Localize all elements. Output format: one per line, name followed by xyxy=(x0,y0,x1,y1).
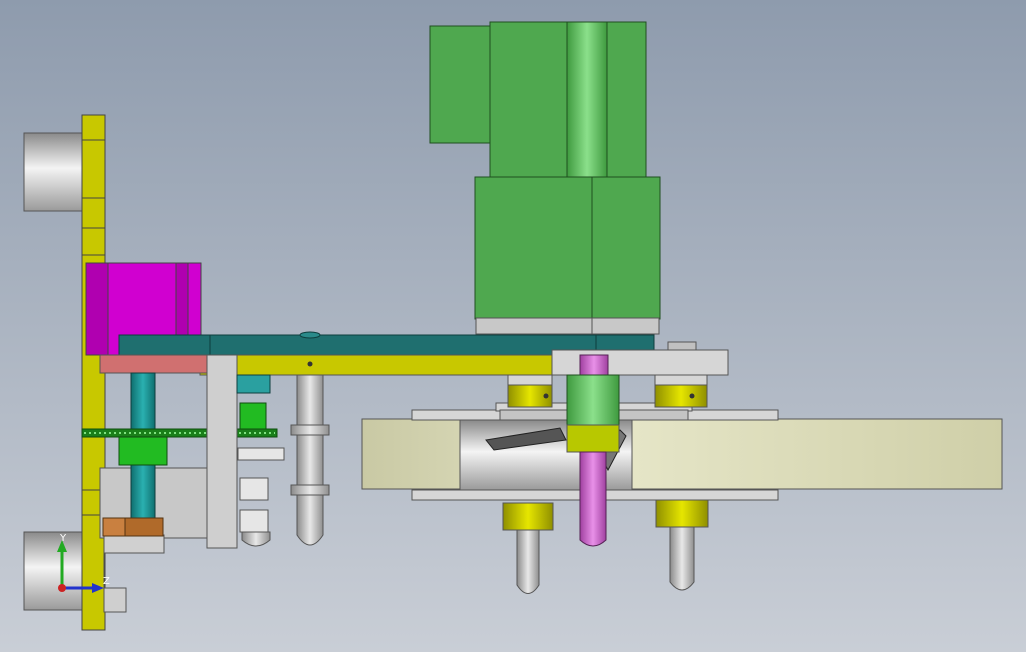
cad-viewport[interactable]: Y Z xyxy=(0,0,1026,652)
z-axis-label: Z xyxy=(103,576,110,587)
probe-pin-left[interactable] xyxy=(290,374,330,546)
timing-belt[interactable] xyxy=(81,428,278,438)
rotary-disc[interactable] xyxy=(361,418,1003,490)
cad-model-view[interactable]: Y Z xyxy=(0,0,1026,652)
left-mount-cylinder-top[interactable] xyxy=(23,132,85,212)
vertical-post[interactable] xyxy=(206,354,238,549)
yellow-horizontal-bar[interactable] xyxy=(199,354,553,376)
y-axis-label: Y xyxy=(59,533,67,544)
origin-dot xyxy=(58,584,66,592)
salmon-spacer[interactable] xyxy=(99,354,211,374)
left-mount-cylinder-bottom[interactable] xyxy=(23,531,85,611)
